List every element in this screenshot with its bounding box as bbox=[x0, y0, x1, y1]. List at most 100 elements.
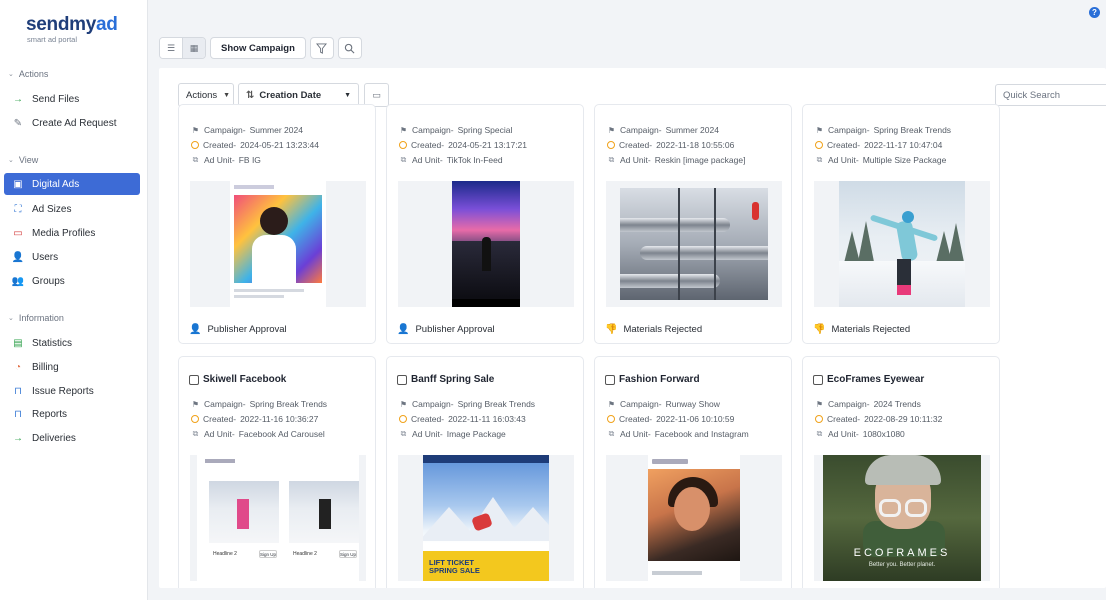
ad-card[interactable]: ⚑ Campaign- Summer 2024 Created- 2024-05-21… bbox=[178, 104, 376, 344]
view-toggle: ☰ ▦ bbox=[159, 37, 206, 59]
sidebar-item-ad-sizes[interactable]: ⛶ Ad Sizes bbox=[4, 198, 140, 220]
user-icon: 👤 bbox=[397, 324, 410, 335]
flag-icon: ⚑ bbox=[815, 399, 824, 409]
sidebar-item-send-files[interactable]: → Send Files bbox=[4, 88, 140, 110]
ad-unit-icon: ⧉ bbox=[192, 429, 199, 438]
flag-icon: ⚑ bbox=[191, 399, 200, 409]
ad-unit-icon: ⧉ bbox=[400, 429, 407, 438]
sidebar-item-statistics[interactable]: ▤ Statistics bbox=[4, 332, 140, 354]
select-checkbox[interactable] bbox=[397, 374, 407, 385]
section-view[interactable]: ⌄ View bbox=[8, 155, 38, 165]
group-icon: 👥 bbox=[11, 275, 25, 287]
clock-icon bbox=[399, 141, 407, 149]
ad-thumbnail[interactable]: ECOFRAMES Better you. Better planet. bbox=[814, 455, 990, 581]
chevron-down-icon: ⌄ bbox=[8, 157, 14, 164]
flag-icon: ⚑ bbox=[399, 125, 408, 135]
caret-down-icon: ▼ bbox=[223, 91, 231, 99]
clock-icon bbox=[815, 415, 823, 423]
sidebar-item-digital-ads[interactable]: ▣ Digital Ads bbox=[4, 173, 140, 195]
sidebar-item-groups[interactable]: 👥 Groups bbox=[4, 270, 140, 292]
quick-search-input[interactable] bbox=[995, 84, 1106, 106]
sidebar: sendmyad smart ad portal ⌄ Actions → Send … bbox=[0, 0, 148, 600]
ad-unit-icon: ⧉ bbox=[608, 429, 615, 438]
ad-preview-image bbox=[452, 181, 520, 307]
ads-panel: Actions▼ ⇅Creation Date▼ ▭ ⚑Campaign-Sum… bbox=[159, 68, 1106, 588]
thumbs-down-icon: 👎 bbox=[813, 324, 826, 335]
user-icon: 👤 bbox=[11, 251, 25, 263]
ad-unit-icon: ⧉ bbox=[816, 155, 823, 164]
list-view-icon[interactable]: ☰ bbox=[160, 38, 182, 58]
ad-thumbnail[interactable] bbox=[606, 181, 782, 307]
arrow-right-icon: → bbox=[13, 93, 23, 105]
chevron-down-icon: ⌄ bbox=[8, 71, 14, 78]
billing-icon: ◔ bbox=[14, 361, 22, 373]
section-actions[interactable]: ⌄ Actions bbox=[8, 69, 48, 79]
ad-preview-image bbox=[620, 188, 768, 300]
arrow-right-icon: → bbox=[13, 432, 23, 444]
caret-down-icon: ▼ bbox=[344, 91, 351, 99]
flag-icon: ⚑ bbox=[815, 125, 824, 135]
ad-thumbnail[interactable] bbox=[606, 455, 782, 581]
sidebar-item-users[interactable]: 👤 Users bbox=[4, 246, 140, 268]
ad-title: Fashion Forward bbox=[619, 374, 700, 385]
chart-icon: ▤ bbox=[13, 337, 23, 349]
bookmark-icon: ⊓ bbox=[14, 385, 22, 397]
thumbs-down-icon: 👎 bbox=[605, 324, 618, 335]
ad-card[interactable]: ⚑ Campaign- Spring Special Created- 2024-05… bbox=[386, 104, 584, 344]
ad-thumbnail[interactable]: Headline 2 Headline 2 Sign Up Sign Up bbox=[190, 455, 366, 581]
ad-thumbnail[interactable]: LIFT TICKET SPRING SALE bbox=[398, 455, 574, 581]
ad-card[interactable]: Skiwell Facebook ⚑ Campaign- Spring Break … bbox=[178, 356, 376, 588]
ad-unit-icon: ⧉ bbox=[816, 429, 823, 438]
bookmark-icon: ⊓ bbox=[14, 408, 22, 420]
ad-preview-image bbox=[648, 455, 740, 581]
ad-unit-icon: ⧉ bbox=[608, 155, 615, 164]
ad-unit-icon: ⧉ bbox=[192, 155, 199, 164]
ad-card[interactable]: Fashion Forward ⚑ Campaign- Runway Show Cr… bbox=[594, 356, 792, 588]
sidebar-item-issue-reports[interactable]: ⊓ Issue Reports bbox=[4, 380, 140, 402]
ad-preview-image: Headline 2 Headline 2 Sign Up Sign Up bbox=[197, 455, 359, 581]
filter-icon[interactable] bbox=[309, 37, 334, 59]
clock-icon bbox=[815, 141, 823, 149]
toolbar: ☰ ▦ Show Campaign bbox=[159, 37, 362, 59]
status-badge: 👎 Materials Rejected bbox=[605, 324, 703, 335]
sort-icon: ⇅ bbox=[246, 89, 255, 101]
ad-card[interactable]: Banff Spring Sale ⚑ Campaign- Spring Break… bbox=[386, 356, 584, 588]
ad-thumbnail[interactable] bbox=[190, 181, 366, 307]
resize-icon: ⛶ bbox=[14, 203, 22, 215]
flag-icon: ⚑ bbox=[607, 125, 616, 135]
sidebar-item-reports[interactable]: ⊓ Reports bbox=[4, 403, 140, 425]
logo[interactable]: sendmyad smart ad portal bbox=[26, 14, 118, 44]
clock-icon bbox=[191, 141, 199, 149]
ad-thumbnail[interactable] bbox=[398, 181, 574, 307]
edit-icon: ✎ bbox=[13, 117, 23, 129]
logo-text: sendmyad bbox=[26, 14, 118, 35]
flag-icon: ⚑ bbox=[191, 125, 200, 135]
ad-card[interactable]: ⚑ Campaign- Spring Break Trends Created- 20… bbox=[802, 104, 1000, 344]
flag-icon: ⚑ bbox=[607, 399, 616, 409]
clock-icon bbox=[191, 415, 199, 423]
grid-view-icon[interactable]: ▦ bbox=[183, 38, 205, 58]
show-campaign-button[interactable]: Show Campaign bbox=[210, 37, 306, 59]
ad-preview-image bbox=[230, 181, 326, 307]
ad-title: EcoFrames Eyewear bbox=[827, 374, 925, 385]
sidebar-item-deliveries[interactable]: → Deliveries bbox=[4, 427, 140, 449]
clock-icon bbox=[607, 141, 615, 149]
sidebar-item-billing[interactable]: ◔ Billing bbox=[4, 356, 140, 378]
ad-card[interactable]: ⚑ Campaign- Summer 2024 Created- 2022-11-18… bbox=[594, 104, 792, 344]
ad-preview-image: ECOFRAMES Better you. Better planet. bbox=[823, 455, 981, 581]
ad-card[interactable]: EcoFrames Eyewear ⚑ Campaign- 2024 Trends … bbox=[802, 356, 1000, 588]
ad-thumbnail[interactable] bbox=[814, 181, 990, 307]
ad-preview-image bbox=[839, 181, 965, 307]
section-information[interactable]: ⌄ Information bbox=[8, 313, 64, 323]
sidebar-item-media-profiles[interactable]: ▭ Media Profiles bbox=[4, 222, 140, 244]
help-icon[interactable]: ? bbox=[1089, 7, 1100, 18]
select-checkbox[interactable] bbox=[605, 374, 615, 385]
sidebar-item-create-ad-request[interactable]: ✎ Create Ad Request bbox=[4, 112, 140, 134]
select-checkbox[interactable] bbox=[813, 374, 823, 385]
status-badge: 👤 Publisher Approval bbox=[397, 324, 495, 335]
user-icon: 👤 bbox=[189, 324, 202, 335]
search-icon[interactable] bbox=[337, 37, 362, 59]
select-checkbox[interactable] bbox=[189, 374, 199, 385]
ad-unit-icon: ⧉ bbox=[400, 155, 407, 164]
chevron-down-icon: ⌄ bbox=[8, 315, 14, 322]
